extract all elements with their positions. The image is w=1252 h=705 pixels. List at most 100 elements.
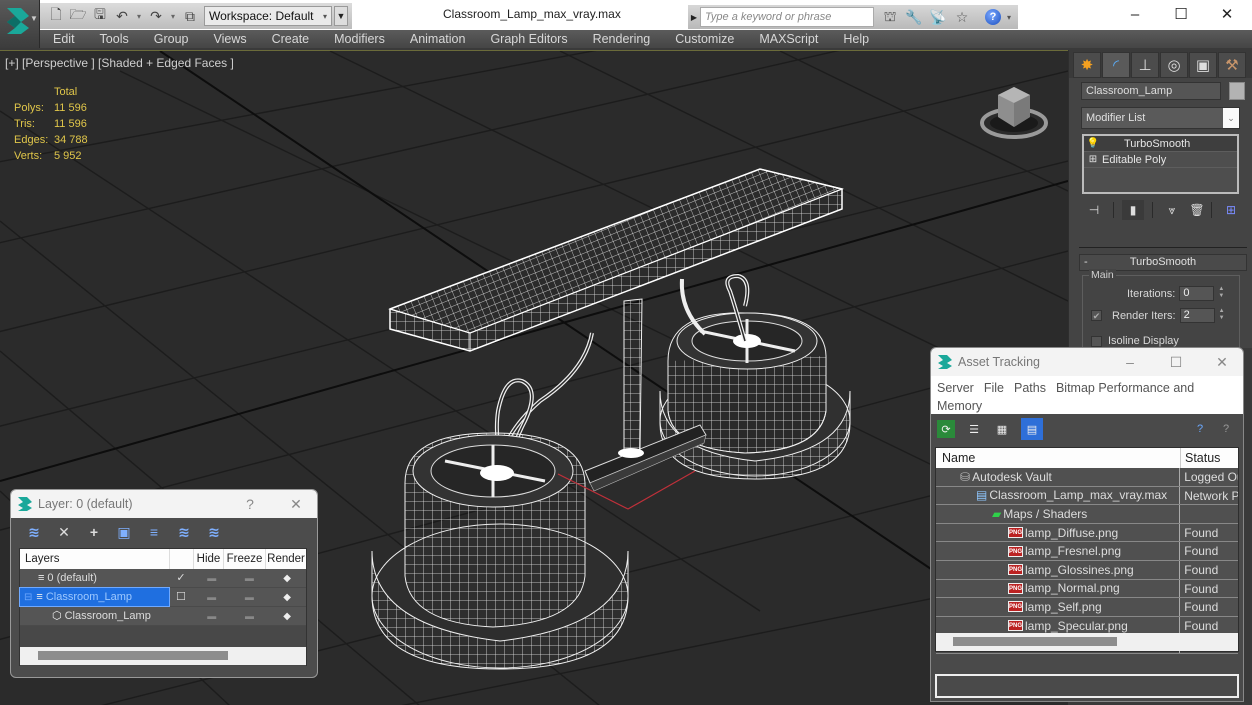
menu-modifiers[interactable]: Modifiers [334, 32, 385, 46]
hide-toggle[interactable]: ▬ [193, 588, 231, 606]
close-button[interactable]: ✕ [1204, 0, 1250, 28]
menu-views[interactable]: Views [213, 32, 246, 46]
column-header-freeze[interactable]: Freeze [224, 549, 266, 569]
menu-graph-editors[interactable]: Graph Editors [490, 32, 567, 46]
refresh-icon[interactable]: ⟳ [937, 420, 955, 438]
stack-item-turbosmooth[interactable]: 💡 TurboSmooth [1084, 136, 1237, 152]
search-input[interactable] [700, 7, 874, 27]
menu-paths[interactable]: Paths [1014, 381, 1046, 395]
spinner-arrows-icon[interactable]: ▲ ▼ [1217, 308, 1227, 323]
horizontal-scrollbar[interactable] [936, 633, 1238, 651]
render-toggle[interactable]: ◆ [268, 607, 306, 625]
asset-row[interactable]: PNG lamp_Normal.png Found [936, 579, 1238, 599]
menu-edit[interactable]: Edit [53, 32, 75, 46]
undo-dropdown-icon[interactable]: ▾ [134, 6, 144, 26]
stack-item-editable-poly[interactable]: ⊞ Editable Poly [1084, 152, 1237, 168]
hide-toggle[interactable]: ▬ [193, 569, 231, 587]
column-header-active[interactable] [170, 549, 194, 569]
help-button[interactable]: ? [982, 7, 1004, 27]
menu-create[interactable]: Create [272, 32, 310, 46]
render-toggle[interactable]: ◆ [268, 569, 306, 587]
object-color-swatch[interactable] [1229, 82, 1245, 100]
collapse-icon[interactable]: ⊟ [24, 588, 32, 607]
undo-icon[interactable]: ↶ [112, 6, 132, 26]
close-button[interactable]: ✕ [1199, 348, 1243, 376]
menu-group[interactable]: Group [154, 32, 189, 46]
horizontal-scrollbar[interactable] [20, 647, 306, 665]
asset-row[interactable]: PNG lamp_Glossines.png Found [936, 560, 1238, 580]
create-layer-icon[interactable]: ≋ [25, 523, 43, 541]
menu-customize[interactable]: Customize [675, 32, 734, 46]
redo-dropdown-icon[interactable]: ▾ [168, 6, 178, 26]
menu-bitmap-performance[interactable]: Bitmap Performance and Memory [937, 381, 1194, 413]
menu-maxscript[interactable]: MAXScript [759, 32, 818, 46]
render-iters-checkbox[interactable]: ✔ [1091, 310, 1102, 321]
maximize-button[interactable]: ☐ [1158, 0, 1204, 28]
modify-tab[interactable]: ◜ [1102, 52, 1130, 78]
menu-animation[interactable]: Animation [410, 32, 466, 46]
freeze-toggle[interactable]: ▬ [231, 588, 269, 606]
remove-modifier-icon[interactable]: 🗑 [1189, 200, 1204, 220]
minimize-button[interactable]: – [1112, 0, 1158, 28]
thumbnail-view-icon[interactable]: ▦ [993, 420, 1011, 438]
highlight-help-icon[interactable]: ? [1217, 420, 1235, 438]
column-header-hide[interactable]: Hide [194, 549, 224, 569]
hide-toggle[interactable]: ▬ [193, 607, 231, 625]
column-header-layers[interactable]: Layers [20, 549, 170, 569]
freeze-toggle[interactable]: ▬ [231, 569, 269, 587]
save-icon[interactable]: 🖫 [90, 6, 110, 26]
active-layer-toggle[interactable]: ☐ [169, 588, 193, 606]
menu-help[interactable]: Help [843, 32, 869, 46]
dialog-title-bar[interactable]: Asset Tracking – ☐ ✕ [931, 348, 1243, 376]
star-icon[interactable]: ☆ [950, 7, 974, 27]
column-header-render[interactable]: Render [266, 549, 306, 569]
spinner-arrows-icon[interactable]: ▲ ▼ [1216, 286, 1226, 301]
make-unique-icon[interactable]: ⩔ [1161, 200, 1183, 220]
column-header-name[interactable]: Name [936, 448, 1181, 468]
open-file-icon[interactable]: 🗁 [68, 6, 88, 26]
menu-tools[interactable]: Tools [100, 32, 129, 46]
asset-row[interactable]: ⛁ Autodesk Vault Logged Ou [936, 468, 1238, 487]
workspace-dropdown[interactable]: Workspace: Default ▾ [204, 6, 332, 26]
project-folder-icon[interactable]: ⧉ [180, 6, 200, 26]
active-layer-toggle[interactable]: ✓ [169, 569, 193, 587]
satellite-icon[interactable]: 📡 [926, 7, 950, 27]
close-button[interactable]: ✕ [273, 490, 317, 518]
app-menu-button[interactable]: ▼ [0, 0, 40, 48]
layer-row[interactable]: ⊟ ≡ Classroom_Lamp ☐ ▬ ▬ ◆ [19, 587, 306, 607]
expand-search-icon[interactable]: ▶ [688, 13, 700, 22]
delete-layer-icon[interactable]: ✕ [55, 523, 73, 541]
configure-modifier-sets-icon[interactable]: ⊞ [1220, 200, 1242, 220]
freeze-toggle[interactable]: ▬ [231, 607, 269, 625]
freeze-unfreeze-all-icon[interactable]: ≋ [205, 523, 223, 541]
layer-row[interactable]: ≡ 0 (default) ✓ ▬ ▬ ◆ [20, 569, 306, 588]
table-view-icon[interactable]: ▤ [1021, 418, 1043, 440]
asset-row[interactable]: PNG lamp_Fresnel.png Found [936, 542, 1238, 561]
bulb-icon[interactable]: 💡 [1084, 138, 1102, 149]
viewcube-icon[interactable] [978, 81, 1050, 143]
render-iters-spinner[interactable]: 2 [1179, 308, 1215, 323]
customize-qat-button[interactable]: ▼ [334, 6, 348, 26]
asset-row[interactable]: ▤Classroom_Lamp_max_vray.maxNetwork Pa [936, 486, 1238, 506]
hide-unhide-all-icon[interactable]: ≋ [175, 523, 193, 541]
menu-server[interactable]: Server [937, 381, 974, 395]
redo-icon[interactable]: ↷ [146, 6, 166, 26]
scrollbar-thumb[interactable] [953, 637, 1117, 646]
iterations-spinner[interactable]: 0 [1179, 286, 1215, 301]
highlight-layer-icon[interactable]: ≡ [145, 523, 163, 541]
add-to-layer-icon[interactable]: + [85, 523, 103, 541]
asset-row[interactable]: ▰ Maps / Shaders [936, 505, 1238, 524]
motion-tab[interactable]: ◎ [1160, 52, 1188, 78]
menu-file[interactable]: File [984, 381, 1004, 395]
viewport-label-menu[interactable]: [+] [Perspective ] [Shaded + Edged Faces… [5, 56, 234, 70]
key-icon[interactable]: 🔧 [902, 7, 926, 27]
display-tab[interactable]: ▣ [1189, 52, 1217, 78]
plus-icon[interactable]: ⊞ [1084, 154, 1102, 165]
asset-row[interactable]: PNG lamp_Self.png Found [936, 598, 1238, 617]
hierarchy-tab[interactable]: ⊥ [1131, 52, 1159, 78]
minimize-button[interactable]: – [1107, 348, 1153, 376]
layer-name-cell[interactable]: ⊟ ≡ Classroom_Lamp [19, 587, 170, 607]
create-tab[interactable]: ✸ [1073, 52, 1101, 78]
render-toggle[interactable]: ◆ [268, 588, 306, 606]
scrollbar-thumb[interactable] [38, 651, 228, 660]
